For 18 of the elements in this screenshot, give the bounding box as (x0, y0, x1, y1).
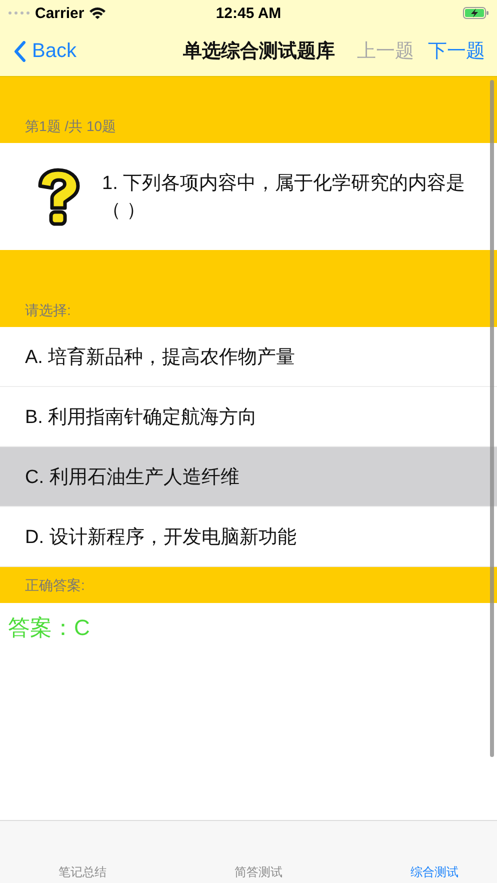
carrier-name: Carrier (35, 4, 84, 22)
page-title: 单选综合测试题库 (183, 40, 335, 64)
back-button[interactable]: Back (14, 40, 76, 62)
battery-charging-icon (463, 7, 489, 19)
next-button[interactable]: 下一题 (428, 38, 485, 64)
tab-item[interactable]: 简答测试 (216, 864, 301, 881)
clock-time: 12:45 AM (216, 4, 282, 22)
question-text: 1. 下列各项内容中，属于化学研究的内容是（ ） (102, 172, 466, 222)
tab-item[interactable]: 综合测试 (392, 864, 477, 881)
section-label: 正确答案: (25, 577, 85, 595)
signal-icon (8, 11, 30, 15)
tab-item[interactable]: 笔记总结 (40, 864, 125, 881)
section-label: 请选择: (25, 302, 71, 320)
back-chevron-icon[interactable] (14, 40, 26, 62)
answer-text: 答案：C (7, 614, 91, 642)
question-counter: 第1题 /共 10题 (25, 118, 116, 136)
wifi-icon (89, 7, 106, 19)
answer-option[interactable]: C. 利用石油生产人造纤维 (0, 447, 497, 507)
